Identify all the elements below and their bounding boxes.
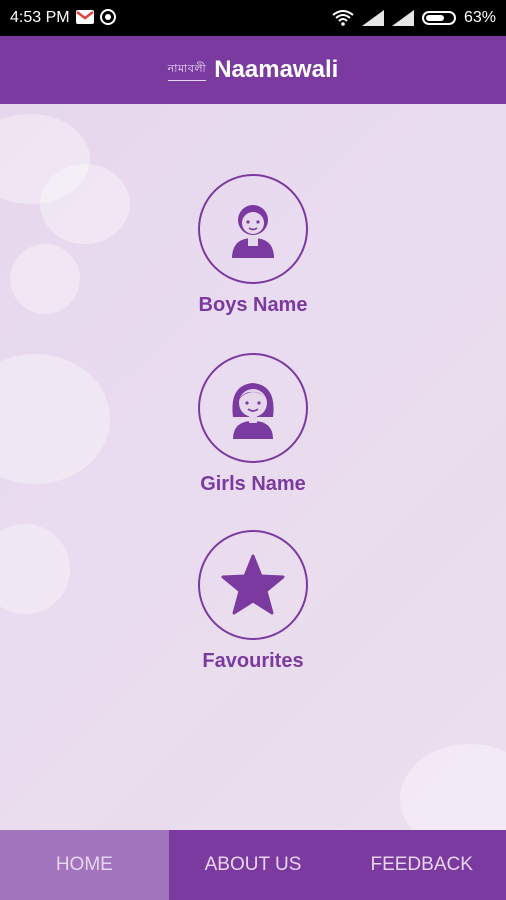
girls-name-label: Girls Name: [200, 473, 306, 495]
boys-name-label: Boys Name: [198, 294, 308, 316]
flower-decoration: [400, 744, 506, 830]
favourites-icon-circle[interactable]: [198, 530, 308, 640]
star-icon: [221, 554, 285, 615]
app-title: Naamawali: [214, 56, 339, 83]
app-bar: নামাবলী Naamawali: [0, 36, 506, 104]
girls-icon-circle[interactable]: [198, 353, 308, 463]
wifi-icon: [332, 10, 354, 26]
boys-name-button[interactable]: Boys Name: [0, 174, 506, 317]
battery-icon: [421, 11, 456, 25]
tab-feedback[interactable]: FEEDBACK: [337, 830, 506, 900]
status-bar: 4:53 PM 63%: [0, 0, 506, 36]
signal-icon-2: [391, 10, 414, 26]
boys-icon-circle[interactable]: [198, 174, 308, 284]
girl-icon: [232, 383, 274, 439]
bottom-nav: HOME ABOUT US FEEDBACK: [0, 830, 506, 900]
gmail-icon: [76, 10, 94, 24]
favourites-label: Favourites: [202, 650, 304, 672]
favourites-button[interactable]: Favourites: [0, 530, 506, 673]
signal-icon: [361, 10, 384, 26]
home-content: Boys Name Girls Name Favourites: [0, 104, 506, 830]
whatsapp-icon: [100, 9, 116, 25]
status-time: 4:53 PM: [10, 9, 70, 26]
boy-icon: [232, 205, 274, 258]
tab-about-us[interactable]: ABOUT US: [169, 830, 338, 900]
battery-percent: 63%: [463, 9, 496, 26]
app-logo: নামাবলী: [167, 60, 207, 81]
tab-home[interactable]: HOME: [0, 830, 169, 900]
girls-name-button[interactable]: Girls Name: [0, 353, 506, 496]
